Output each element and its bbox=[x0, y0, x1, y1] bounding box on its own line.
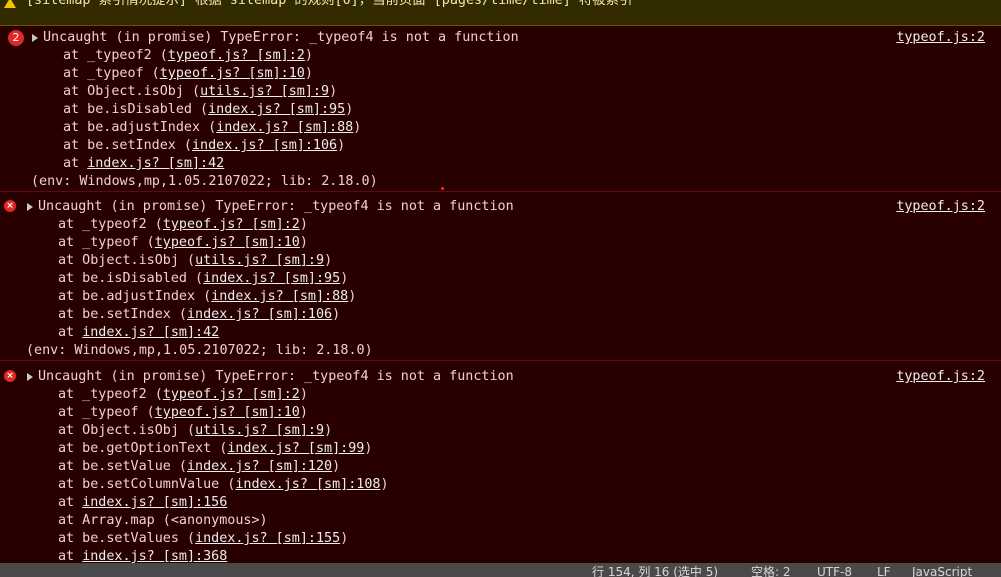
error-source-link[interactable]: typeof.js:2 bbox=[896, 198, 985, 216]
stack-frame: at index.js? [sm]:42 bbox=[58, 325, 220, 340]
stack-frame: at index.js? [sm]:156 bbox=[58, 495, 228, 510]
warning-icon bbox=[4, 0, 16, 8]
stack-frame: at _typeof2 (typeof.js? [sm]:2) bbox=[58, 387, 308, 402]
stack-frame-link[interactable]: index.js? [sm]:99 bbox=[227, 441, 364, 456]
error-message: Uncaught (in promise) TypeError: _typeof… bbox=[43, 30, 519, 45]
stack-frame: at be.adjustIndex (index.js? [sm]:88) bbox=[63, 120, 362, 135]
stack-frame: at index.js? [sm]:42 bbox=[63, 156, 225, 171]
stack-frame-link[interactable]: index.js? [sm]:120 bbox=[187, 459, 332, 474]
status-language[interactable]: JavaScript bbox=[912, 565, 972, 577]
stack-frame-link[interactable]: index.js? [sm]:106 bbox=[192, 138, 337, 153]
stack-frame-link[interactable]: typeof.js? [sm]:2 bbox=[168, 48, 305, 63]
stack-frame: at be.setColumnValue (index.js? [sm]:108… bbox=[58, 477, 389, 492]
stack-frame-link[interactable]: index.js? [sm]:108 bbox=[235, 477, 380, 492]
stack-frame-link[interactable]: index.js? [sm]:95 bbox=[208, 102, 345, 117]
stack-frame-link[interactable]: utils.js? [sm]:9 bbox=[195, 253, 324, 268]
stack-frame: at be.adjustIndex (index.js? [sm]:88) bbox=[58, 289, 357, 304]
stack-frames: at _typeof2 (typeof.js? [sm]:2) at _type… bbox=[0, 47, 1001, 173]
error-message: Uncaught (in promise) TypeError: _typeof… bbox=[38, 369, 514, 384]
stack-frame-link[interactable]: typeof.js? [sm]:10 bbox=[160, 66, 305, 81]
stack-frame-link[interactable]: typeof.js? [sm]:10 bbox=[155, 235, 300, 250]
stack-frame: at _typeof (typeof.js? [sm]:10) bbox=[58, 405, 308, 420]
stack-frame-link[interactable]: typeof.js? [sm]:2 bbox=[163, 387, 300, 402]
stack-frame: at be.getOptionText (index.js? [sm]:99) bbox=[58, 441, 373, 456]
stack-frame: at be.isDisabled (index.js? [sm]:95) bbox=[63, 102, 354, 117]
error-source-link[interactable]: typeof.js:2 bbox=[896, 29, 985, 47]
stack-frame-link[interactable]: utils.js? [sm]:9 bbox=[195, 423, 324, 438]
stack-frame: at Object.isObj (utils.js? [sm]:9) bbox=[58, 253, 333, 268]
warning-text: [sitemap 索引情况提示] 根据 sitemap 的规则[0]，当前页面 … bbox=[26, 0, 633, 8]
stack-frame: at _typeof (typeof.js? [sm]:10) bbox=[58, 235, 308, 250]
stack-frame-link[interactable]: index.js? [sm]:156 bbox=[82, 495, 227, 510]
stack-frame-link[interactable]: index.js? [sm]:88 bbox=[216, 120, 353, 135]
stack-frames: at _typeof2 (typeof.js? [sm]:2) at _type… bbox=[0, 216, 1001, 342]
stack-frame: at be.isDisabled (index.js? [sm]:95) bbox=[58, 271, 349, 286]
stack-frame-link[interactable]: index.js? [sm]:368 bbox=[82, 549, 227, 564]
stack-frame: at _typeof2 (typeof.js? [sm]:2) bbox=[63, 48, 313, 63]
stack-frame-link[interactable]: index.js? [sm]:88 bbox=[211, 289, 348, 304]
sitemap-warning-bar: [sitemap 索引情况提示] 根据 sitemap 的规则[0]，当前页面 … bbox=[0, 0, 1001, 26]
stack-frame-link[interactable]: typeof.js? [sm]:2 bbox=[163, 217, 300, 232]
error-group-3: × Uncaught (in promise) TypeError: _type… bbox=[0, 368, 1001, 566]
env-info: (env: Windows,mp,1.05.2107022; lib: 2.18… bbox=[26, 343, 373, 358]
stack-frame: at be.setIndex (index.js? [sm]:106) bbox=[58, 307, 341, 322]
error-group-2: × Uncaught (in promise) TypeError: _type… bbox=[0, 198, 1001, 361]
stack-frame-link[interactable]: typeof.js? [sm]:10 bbox=[155, 405, 300, 420]
error-message: Uncaught (in promise) TypeError: _typeof… bbox=[38, 199, 514, 214]
status-cursor-position[interactable]: 行 154, 列 16 (选中 5) bbox=[592, 565, 718, 577]
stack-frame-link[interactable]: utils.js? [sm]:9 bbox=[200, 84, 329, 99]
stack-frame-link[interactable]: index.js? [sm]:106 bbox=[187, 307, 332, 322]
stack-frame-link[interactable]: index.js? [sm]:42 bbox=[87, 156, 224, 171]
status-eol[interactable]: LF bbox=[877, 565, 891, 577]
stack-frame: at Object.isObj (utils.js? [sm]:9) bbox=[63, 84, 338, 99]
status-bar: 行 154, 列 16 (选中 5) 空格: 2 UTF-8 LF JavaSc… bbox=[0, 563, 1001, 577]
error-group-1: 2 Uncaught (in promise) TypeError: _type… bbox=[0, 29, 1001, 192]
status-indentation[interactable]: 空格: 2 bbox=[751, 565, 791, 577]
stack-frame-link[interactable]: index.js? [sm]:95 bbox=[203, 271, 340, 286]
stack-frames: at _typeof2 (typeof.js? [sm]:2) at _type… bbox=[0, 386, 1001, 566]
stack-frame: at _typeof (typeof.js? [sm]:10) bbox=[63, 66, 313, 81]
status-encoding[interactable]: UTF-8 bbox=[817, 565, 852, 577]
stack-frame: at Array.map (<anonymous>) bbox=[58, 513, 268, 528]
stack-frame: at _typeof2 (typeof.js? [sm]:2) bbox=[58, 217, 308, 232]
stack-frame-link[interactable]: index.js? [sm]:155 bbox=[195, 531, 340, 546]
stack-frame: at be.setIndex (index.js? [sm]:106) bbox=[63, 138, 346, 153]
stack-frame: at Object.isObj (utils.js? [sm]:9) bbox=[58, 423, 333, 438]
env-info: (env: Windows,mp,1.05.2107022; lib: 2.18… bbox=[31, 174, 378, 189]
stack-frame-link[interactable]: index.js? [sm]:42 bbox=[82, 325, 219, 340]
error-source-link[interactable]: typeof.js:2 bbox=[896, 368, 985, 386]
stack-frame: at be.setValues (index.js? [sm]:155) bbox=[58, 531, 349, 546]
cursor-dot bbox=[441, 187, 444, 190]
stack-frame: at be.setValue (index.js? [sm]:120) bbox=[58, 459, 341, 474]
